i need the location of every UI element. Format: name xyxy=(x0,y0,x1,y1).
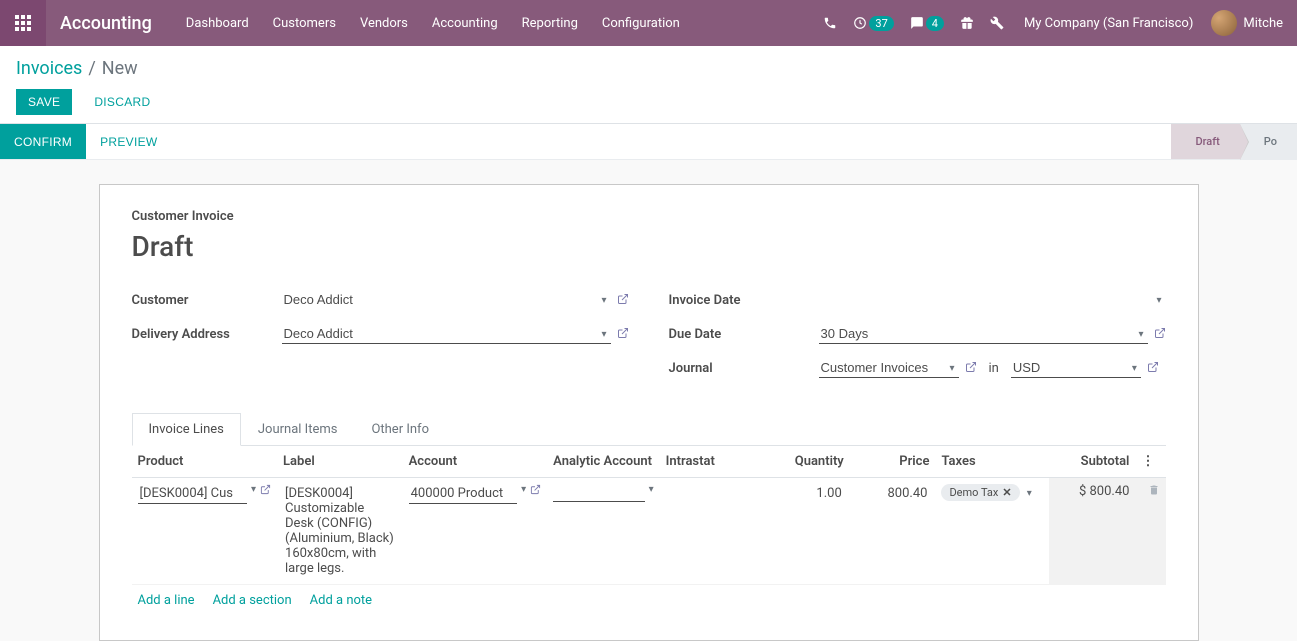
form-container: Customer Invoice Draft Customer ▾ xyxy=(0,160,1297,641)
apps-menu-icon[interactable] xyxy=(0,0,46,46)
save-button[interactable]: Save xyxy=(16,89,72,115)
th-label[interactable]: Label xyxy=(277,446,403,478)
th-analytic[interactable]: Analytic Account xyxy=(547,446,659,478)
external-link-icon[interactable] xyxy=(260,484,271,498)
th-product[interactable]: Product xyxy=(132,446,278,478)
status-buttons: Confirm Preview xyxy=(0,124,172,159)
company-selector[interactable]: My Company (San Francisco) xyxy=(1012,16,1205,31)
phone-icon[interactable] xyxy=(815,0,845,46)
external-link-icon[interactable] xyxy=(965,361,977,376)
th-price[interactable]: Price xyxy=(850,446,936,478)
external-link-icon[interactable] xyxy=(530,484,541,498)
user-name[interactable]: Mitche xyxy=(1243,16,1289,31)
status-draft[interactable]: Draft xyxy=(1171,124,1239,159)
breadcrumb-separator: / xyxy=(88,58,95,79)
form-sheet: Customer Invoice Draft Customer ▾ xyxy=(99,184,1199,641)
add-section-link[interactable]: Add a section xyxy=(213,593,292,608)
label-due-date: Due Date xyxy=(669,327,819,342)
cell-label[interactable]: [DESK0004] Customizable Desk (CONFIG) (A… xyxy=(283,484,397,578)
sheet-title: Draft xyxy=(132,230,1166,263)
caret-down-icon[interactable]: ▾ xyxy=(521,484,526,495)
add-note-link[interactable]: Add a note xyxy=(310,593,372,608)
main-menu: Dashboard Customers Vendors Accounting R… xyxy=(174,0,692,46)
cell-analytic[interactable] xyxy=(553,484,644,502)
breadcrumb-parent[interactable]: Invoices xyxy=(16,58,82,79)
cell-price[interactable]: 800.40 xyxy=(856,484,930,503)
cell-intrastat[interactable] xyxy=(666,484,758,488)
navbar-right: 37 4 My Company (San Francisco) Mitche xyxy=(815,0,1297,46)
main-navbar: Accounting Dashboard Customers Vendors A… xyxy=(0,0,1297,46)
sheet-subtitle: Customer Invoice xyxy=(132,209,1166,224)
label-customer: Customer xyxy=(132,293,282,308)
invoice-lines-table: Product Label Account Analytic Account I… xyxy=(132,446,1166,616)
th-intrastat[interactable]: Intrastat xyxy=(660,446,764,478)
status-steps: Draft Po xyxy=(1171,124,1297,159)
label-delivery-address: Delivery Address xyxy=(132,327,282,342)
delete-row-icon[interactable] xyxy=(1142,485,1160,500)
menu-reporting[interactable]: Reporting xyxy=(510,0,590,46)
activities-badge: 37 xyxy=(869,16,893,31)
journal-field[interactable] xyxy=(819,358,959,378)
preview-button[interactable]: Preview xyxy=(86,124,171,159)
external-link-icon[interactable] xyxy=(617,327,629,342)
form-grid: Customer ▾ Delivery Address xyxy=(132,287,1166,389)
breadcrumb-current: New xyxy=(102,58,138,79)
status-bar: Confirm Preview Draft Po xyxy=(0,124,1297,160)
messages-badge: 4 xyxy=(926,16,944,31)
menu-accounting[interactable]: Accounting xyxy=(420,0,510,46)
due-date-field[interactable] xyxy=(819,324,1148,344)
caret-down-icon[interactable]: ▾ xyxy=(1027,488,1032,499)
menu-dashboard[interactable]: Dashboard xyxy=(174,0,261,46)
gift-icon[interactable] xyxy=(952,0,982,46)
label-journal: Journal xyxy=(669,361,819,376)
messages-icon[interactable]: 4 xyxy=(902,0,952,46)
remove-tax-icon[interactable]: ✕ xyxy=(1002,486,1011,499)
menu-customers[interactable]: Customers xyxy=(261,0,348,46)
label-in: in xyxy=(983,361,1005,376)
debug-icon[interactable] xyxy=(982,0,1012,46)
menu-vendors[interactable]: Vendors xyxy=(348,0,420,46)
th-subtotal[interactable]: Subtotal xyxy=(1049,446,1135,478)
discard-button[interactable]: Discard xyxy=(82,89,162,115)
tax-tag-label: Demo Tax xyxy=(949,486,998,499)
breadcrumb: Invoices / New xyxy=(16,58,1281,79)
tab-invoice-lines[interactable]: Invoice Lines xyxy=(132,413,241,446)
add-line-link[interactable]: Add a line xyxy=(138,593,195,608)
control-panel: Invoices / New Save Discard xyxy=(0,46,1297,124)
tax-tag[interactable]: Demo Tax ✕ xyxy=(941,484,1019,501)
label-invoice-date: Invoice Date xyxy=(669,293,819,308)
invoice-date-field[interactable] xyxy=(819,290,1166,310)
cell-product[interactable]: [DESK0004] Cus xyxy=(138,484,247,504)
delivery-address-field[interactable] xyxy=(282,324,611,344)
user-avatar[interactable] xyxy=(1211,10,1237,36)
tab-other-info[interactable]: Other Info xyxy=(354,413,446,446)
caret-down-icon[interactable]: ▾ xyxy=(251,484,256,495)
cell-quantity[interactable]: 1.00 xyxy=(769,484,843,503)
customer-field[interactable] xyxy=(282,290,611,310)
currency-field[interactable] xyxy=(1011,358,1141,378)
app-title[interactable]: Accounting xyxy=(46,13,174,34)
menu-configuration[interactable]: Configuration xyxy=(590,0,692,46)
form-col-right: Invoice Date ▾ Due Date ▾ xyxy=(669,287,1166,389)
external-link-icon[interactable] xyxy=(617,293,629,308)
tab-journal-items[interactable]: Journal Items xyxy=(241,413,355,446)
table-row[interactable]: [DESK0004] Cus ▾ [DESK0004] Customizable… xyxy=(132,478,1166,585)
notebook-tabs: Invoice Lines Journal Items Other Info xyxy=(132,413,1166,446)
external-link-icon[interactable] xyxy=(1147,361,1159,376)
confirm-button[interactable]: Confirm xyxy=(0,124,86,159)
external-link-icon[interactable] xyxy=(1154,327,1166,342)
caret-down-icon[interactable]: ▾ xyxy=(649,484,654,495)
cell-subtotal: $ 800.40 xyxy=(1079,484,1130,499)
control-buttons: Save Discard xyxy=(16,89,1281,115)
th-quantity[interactable]: Quantity xyxy=(763,446,849,478)
sheet-header: Customer Invoice Draft xyxy=(132,209,1166,263)
th-taxes[interactable]: Taxes xyxy=(935,446,1049,478)
add-links: Add a line Add a section Add a note xyxy=(132,585,1166,616)
th-account[interactable]: Account xyxy=(403,446,548,478)
columns-menu-icon[interactable]: ⋮ xyxy=(1135,446,1165,478)
cell-account[interactable]: 400000 Product xyxy=(409,484,518,504)
activities-icon[interactable]: 37 xyxy=(845,0,901,46)
form-col-left: Customer ▾ Delivery Address xyxy=(132,287,629,389)
